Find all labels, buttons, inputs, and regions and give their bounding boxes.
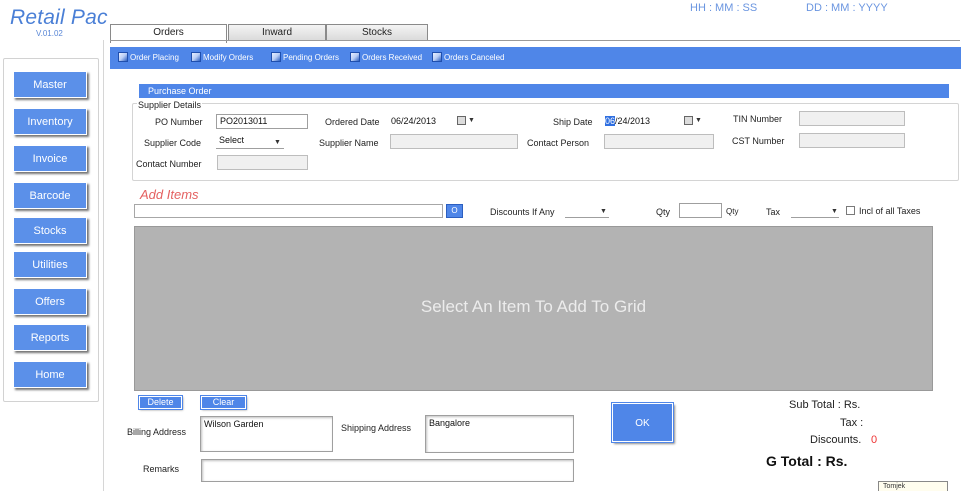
po-number-label: PO Number: [155, 117, 203, 127]
tab-inward[interactable]: Inward: [228, 24, 326, 41]
section-bar: [139, 84, 949, 98]
qty-label: Qty: [656, 207, 671, 217]
items-grid[interactable]: Select An Item To Add To Grid: [134, 226, 933, 391]
ok-button[interactable]: OK: [611, 402, 674, 443]
chevron-down-icon[interactable]: ▼: [831, 208, 838, 215]
subtotal-label: Sub Total : Rs.: [789, 399, 861, 411]
calendar-dropdown-icon[interactable]: ▼: [684, 116, 702, 126]
remarks-input[interactable]: [201, 459, 574, 482]
incl-taxes-checkbox[interactable]: [846, 206, 855, 215]
chevron-down-icon[interactable]: ▼: [600, 208, 607, 215]
supplier-name-label: Supplier Name: [319, 138, 379, 148]
tab-divider: [110, 40, 960, 41]
calendar-dropdown-icon[interactable]: ▼: [457, 116, 475, 126]
tax-label: Tax: [766, 207, 781, 217]
remarks-label: Remarks: [143, 464, 180, 474]
modify-orders-icon: [191, 52, 201, 62]
orders-toolbar: Order Placing Modify Orders Pending Orde…: [110, 47, 961, 69]
discounts-label: Discounts.: [810, 434, 862, 446]
item-search-button[interactable]: O: [446, 204, 463, 218]
ship-date-rest: /24/2013: [615, 116, 651, 126]
ship-date-value[interactable]: 06/24/2013: [605, 114, 650, 129]
qty-unit-label: Qty: [726, 207, 739, 216]
grid-empty-message: Select An Item To Add To Grid: [420, 297, 647, 316]
contact-number-label: Contact Number: [136, 159, 202, 169]
billing-address-label: Billing Address: [127, 427, 187, 437]
ship-date-selected-part: 06: [605, 116, 616, 126]
orders-received-button[interactable]: Orders Received: [350, 51, 422, 65]
order-placing-button[interactable]: Order Placing: [118, 51, 179, 65]
modify-orders-label: Modify Orders: [203, 53, 254, 62]
supplier-code-label: Supplier Code: [144, 138, 202, 148]
ship-date-label: Ship Date: [553, 117, 593, 127]
sidebar-item-master[interactable]: Master: [13, 71, 87, 98]
qty-input[interactable]: [679, 203, 722, 218]
ordered-date-value[interactable]: 06/24/2013: [391, 114, 436, 129]
shipping-address-label: Shipping Address: [341, 423, 412, 433]
chevron-down-icon[interactable]: ▼: [274, 139, 281, 146]
contact-number-input[interactable]: [217, 155, 308, 170]
billing-address-input[interactable]: Wilson Garden: [200, 416, 333, 452]
clock-date: DD : MM : YYYY: [806, 2, 888, 14]
supplier-code-value: Select: [219, 135, 245, 145]
order-placing-icon: [118, 52, 128, 62]
tax-total-label: Tax :: [840, 417, 864, 429]
clear-button[interactable]: Clear: [200, 395, 247, 410]
sidebar-item-stocks[interactable]: Stocks: [13, 217, 87, 244]
sidebar-item-reports[interactable]: Reports: [13, 324, 87, 351]
sidebar-item-barcode[interactable]: Barcode: [13, 182, 87, 209]
orders-received-label: Orders Received: [362, 53, 423, 62]
add-items-title: Add Items: [140, 187, 199, 202]
supplier-details-legend: Supplier Details: [137, 100, 203, 110]
incl-taxes-label: Incl of all Taxes: [859, 206, 921, 216]
tin-number-input[interactable]: [799, 111, 905, 126]
pending-orders-button[interactable]: Pending Orders: [271, 51, 339, 65]
sidebar-item-home[interactable]: Home: [13, 361, 87, 388]
orders-canceled-label: Orders Canceled: [444, 53, 505, 62]
item-search-input[interactable]: [134, 204, 443, 218]
discounts-value: 0: [871, 434, 878, 446]
pending-orders-label: Pending Orders: [283, 53, 340, 62]
discount-label: Discounts If Any: [490, 207, 555, 217]
orders-canceled-button[interactable]: Orders Canceled: [432, 51, 504, 65]
app-title: Retail Pac: [10, 6, 108, 29]
orders-received-icon: [350, 52, 360, 62]
po-number-input[interactable]: PO2013011: [216, 114, 308, 129]
delete-button[interactable]: Delete: [138, 395, 183, 410]
contact-person-label: Contact Person: [527, 138, 590, 148]
sidebar-item-utilities[interactable]: Utilities: [13, 251, 87, 278]
cst-number-label: CST Number: [732, 136, 785, 146]
order-placing-label: Order Placing: [130, 53, 179, 62]
sidebar: Master Inventory Invoice Barcode Stocks …: [3, 58, 99, 402]
app-version: V.01.02: [36, 29, 63, 38]
shipping-address-input[interactable]: Bangalore: [425, 415, 574, 453]
tooltip: Tomjek: [878, 481, 948, 491]
tab-stocks[interactable]: Stocks: [326, 24, 428, 41]
tin-number-label: TIN Number: [733, 114, 783, 124]
cst-number-input[interactable]: [799, 133, 905, 148]
clock-time: HH : MM : SS: [690, 2, 758, 14]
sidebar-item-inventory[interactable]: Inventory: [13, 108, 87, 135]
grand-total-label: G Total : Rs.: [766, 453, 848, 469]
ordered-date-label: Ordered Date: [325, 117, 380, 127]
modify-orders-button[interactable]: Modify Orders: [191, 51, 253, 65]
sidebar-item-invoice[interactable]: Invoice: [13, 145, 87, 172]
sidebar-item-offers[interactable]: Offers: [13, 288, 87, 315]
content-divider: [103, 40, 104, 491]
pending-orders-icon: [271, 52, 281, 62]
contact-person-input[interactable]: [604, 134, 714, 149]
orders-canceled-icon: [432, 52, 442, 62]
supplier-name-input[interactable]: [390, 134, 518, 149]
section-title: Purchase Order: [148, 86, 212, 96]
